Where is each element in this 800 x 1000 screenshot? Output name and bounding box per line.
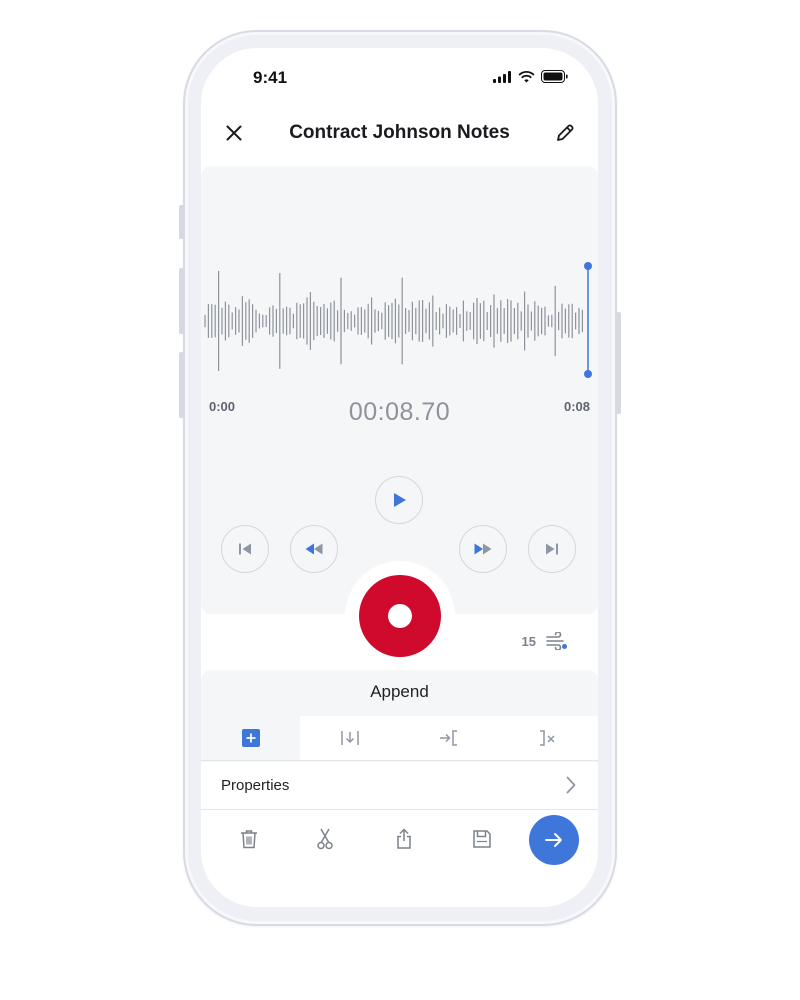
app-screen: 9:41 Contract Johnson Notes 0:00 00:08.7… <box>201 48 598 907</box>
mode-add[interactable] <box>201 716 301 760</box>
waveform[interactable] <box>201 256 598 386</box>
rewind-icon <box>305 543 323 555</box>
bottom-toolbar <box>201 810 598 872</box>
chevron-right-icon <box>566 776 576 794</box>
waveform-end-time: 0:08 <box>563 399 590 414</box>
volume-up-button <box>179 268 184 334</box>
playhead-handle[interactable] <box>584 370 592 378</box>
insert-icon <box>341 731 359 745</box>
play-icon <box>394 493 406 507</box>
record-button[interactable] <box>359 575 441 657</box>
record-icon <box>388 604 412 628</box>
next-button[interactable] <box>529 815 579 865</box>
wifi-icon <box>518 70 535 82</box>
edit-title-button[interactable] <box>552 120 578 146</box>
trash-icon <box>241 830 257 849</box>
play-button[interactable] <box>375 476 423 524</box>
status-icons <box>493 70 568 83</box>
skip-to-start-button[interactable] <box>221 525 269 573</box>
overwrite-icon <box>440 730 458 746</box>
status-time: 9:41 <box>253 68 288 87</box>
mode-trim[interactable] <box>498 716 598 760</box>
skip-start-icon <box>239 543 251 555</box>
playhead-handle[interactable] <box>584 262 592 270</box>
skip-to-end-button[interactable] <box>528 525 576 573</box>
recorder-panel: 0:00 00:08.70 0:08 <box>201 166 598 614</box>
signal-icon <box>493 70 511 83</box>
save-icon <box>473 830 491 848</box>
skip-end-icon <box>546 543 558 555</box>
skip-interval-control[interactable]: 15 <box>522 632 568 650</box>
add-icon <box>241 729 260 747</box>
volume-down-button <box>179 352 184 418</box>
properties-row[interactable]: Properties <box>201 761 598 809</box>
battery-icon <box>541 70 568 83</box>
skip-interval-value: 15 <box>521 633 536 649</box>
page-title: Contract Johnson Notes <box>289 122 510 143</box>
share-icon <box>397 828 411 849</box>
append-title: Append <box>370 682 429 701</box>
recording-timer: 00:08.70 <box>348 398 451 426</box>
speed-icon <box>546 632 567 650</box>
silent-switch <box>179 205 184 239</box>
arrow-right-icon <box>545 833 562 847</box>
mode-overwrite[interactable] <box>399 716 499 760</box>
mode-insert[interactable] <box>300 716 400 760</box>
cut-button[interactable] <box>308 822 342 856</box>
fast-forward-button[interactable] <box>459 525 507 573</box>
delete-button[interactable] <box>232 822 266 856</box>
append-mode-selector <box>201 716 598 760</box>
save-button[interactable] <box>465 822 499 856</box>
properties-label: Properties <box>221 776 290 794</box>
trim-icon <box>540 730 555 746</box>
scissors-icon <box>317 828 333 850</box>
header: Contract Johnson Notes <box>201 112 598 156</box>
share-button[interactable] <box>387 822 421 856</box>
fast-forward-icon <box>474 543 492 555</box>
pencil-icon <box>557 124 574 141</box>
append-panel: Append <box>201 670 598 762</box>
rewind-button[interactable] <box>290 525 338 573</box>
power-button <box>616 312 621 414</box>
